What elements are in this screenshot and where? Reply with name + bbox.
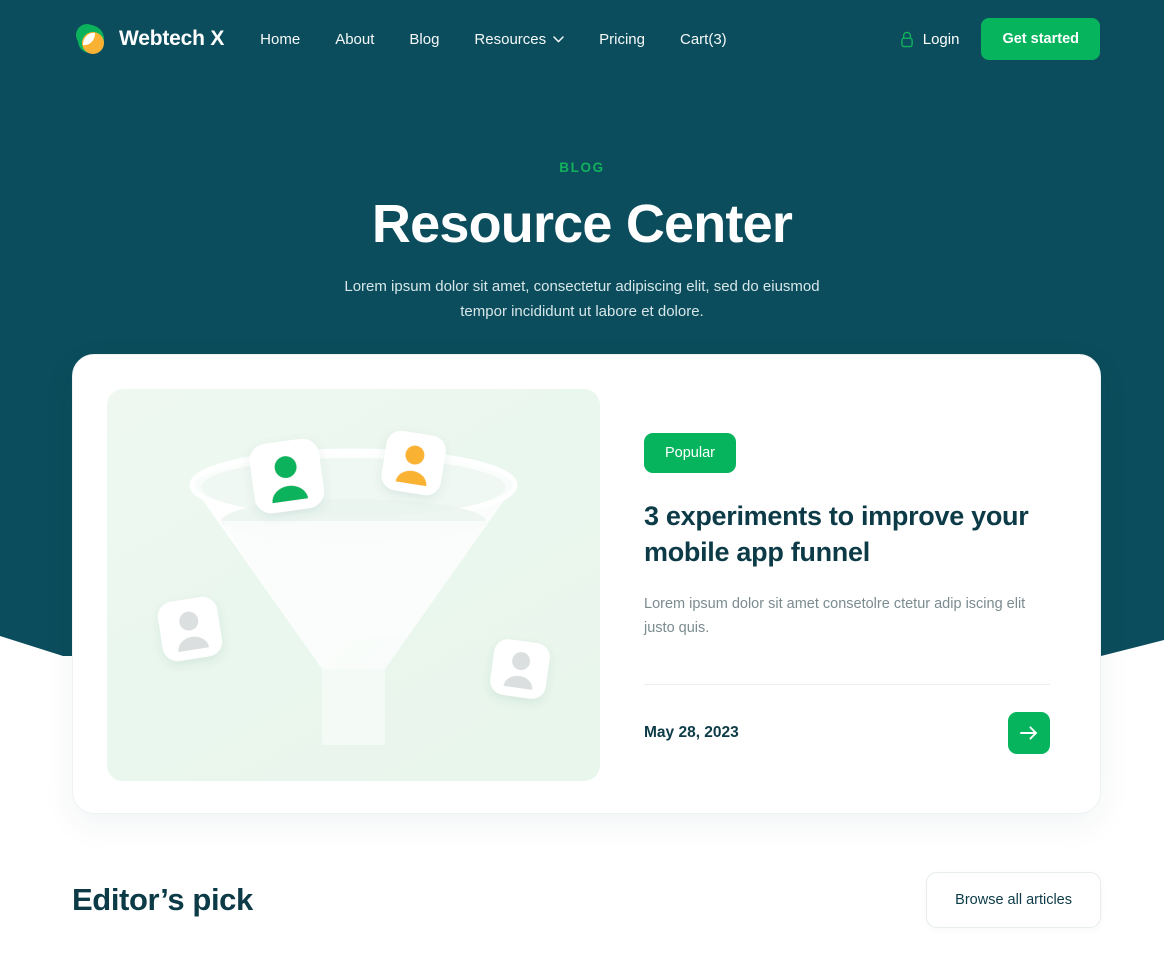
divider — [644, 684, 1050, 686]
nav-link-resources[interactable]: Resources — [474, 31, 564, 48]
leaf-logo-icon — [72, 21, 108, 57]
featured-article-title: 3 experiments to improve your mobile app… — [644, 501, 1029, 567]
chevron-down-icon — [553, 35, 564, 43]
header-actions: Login Get started — [900, 18, 1100, 60]
lock-icon — [900, 31, 914, 48]
arrow-right-icon — [1019, 725, 1039, 741]
featured-article-footer: May 28, 2023 — [644, 712, 1050, 755]
read-more-arrow-button[interactable] — [1008, 712, 1050, 755]
featured-article-description: Lorem ipsum dolor sit amet consetolre ct… — [644, 596, 1026, 637]
nav-link-blog[interactable]: Blog — [409, 31, 439, 48]
user-card-grey-left — [157, 596, 223, 662]
featured-article-thumbnail — [107, 389, 600, 781]
featured-article-body: Popular 3 experiments to improve your mo… — [600, 389, 1072, 779]
site-header: Webtech X Home About Blog Resources Pric… — [0, 0, 1164, 78]
editors-pick-title: Editor’s pick — [72, 882, 253, 917]
nav-link-cart[interactable]: Cart(3) — [680, 31, 727, 48]
browse-all-articles-button[interactable]: Browse all articles — [926, 872, 1101, 928]
status-badge[interactable]: Popular — [644, 433, 736, 473]
hero-eyebrow: BLOG — [559, 160, 605, 175]
funnel-illustration — [157, 430, 550, 745]
user-card-orange — [381, 430, 446, 496]
get-started-button[interactable]: Get started — [981, 18, 1100, 60]
nav-label: Cart(3) — [679, 30, 727, 48]
featured-article-date: May 28, 2023 — [644, 724, 739, 742]
nav-label: Home — [260, 30, 301, 48]
featured-article-card[interactable]: Popular 3 experiments to improve your mo… — [72, 354, 1101, 814]
nav-label: Resources — [474, 30, 547, 48]
nav-link-pricing[interactable]: Pricing — [599, 31, 645, 48]
main-nav: Home About Blog Resources Pricing Cart(3… — [260, 31, 726, 48]
hero-subtitle: Lorem ipsum dolor sit amet, consectetur … — [344, 278, 820, 320]
page-title: Resource Center — [371, 194, 793, 254]
hero-section: BLOG Resource Center Lorem ipsum dolor s… — [0, 160, 1164, 324]
nav-label: Pricing — [599, 30, 645, 48]
login-label: Login — [922, 30, 960, 48]
nav-label: About — [335, 30, 375, 48]
user-card-grey-right — [490, 639, 550, 699]
brand-logo[interactable]: Webtech X — [72, 21, 224, 57]
login-link[interactable]: Login — [900, 30, 960, 48]
brand-name: Webtech X — [119, 27, 225, 50]
editors-pick-section: Editor’s pick Browse all articles — [72, 870, 1101, 930]
nav-label: Blog — [409, 30, 440, 48]
user-card-green — [249, 438, 325, 514]
nav-link-about[interactable]: About — [335, 31, 374, 48]
nav-link-home[interactable]: Home — [260, 31, 300, 48]
